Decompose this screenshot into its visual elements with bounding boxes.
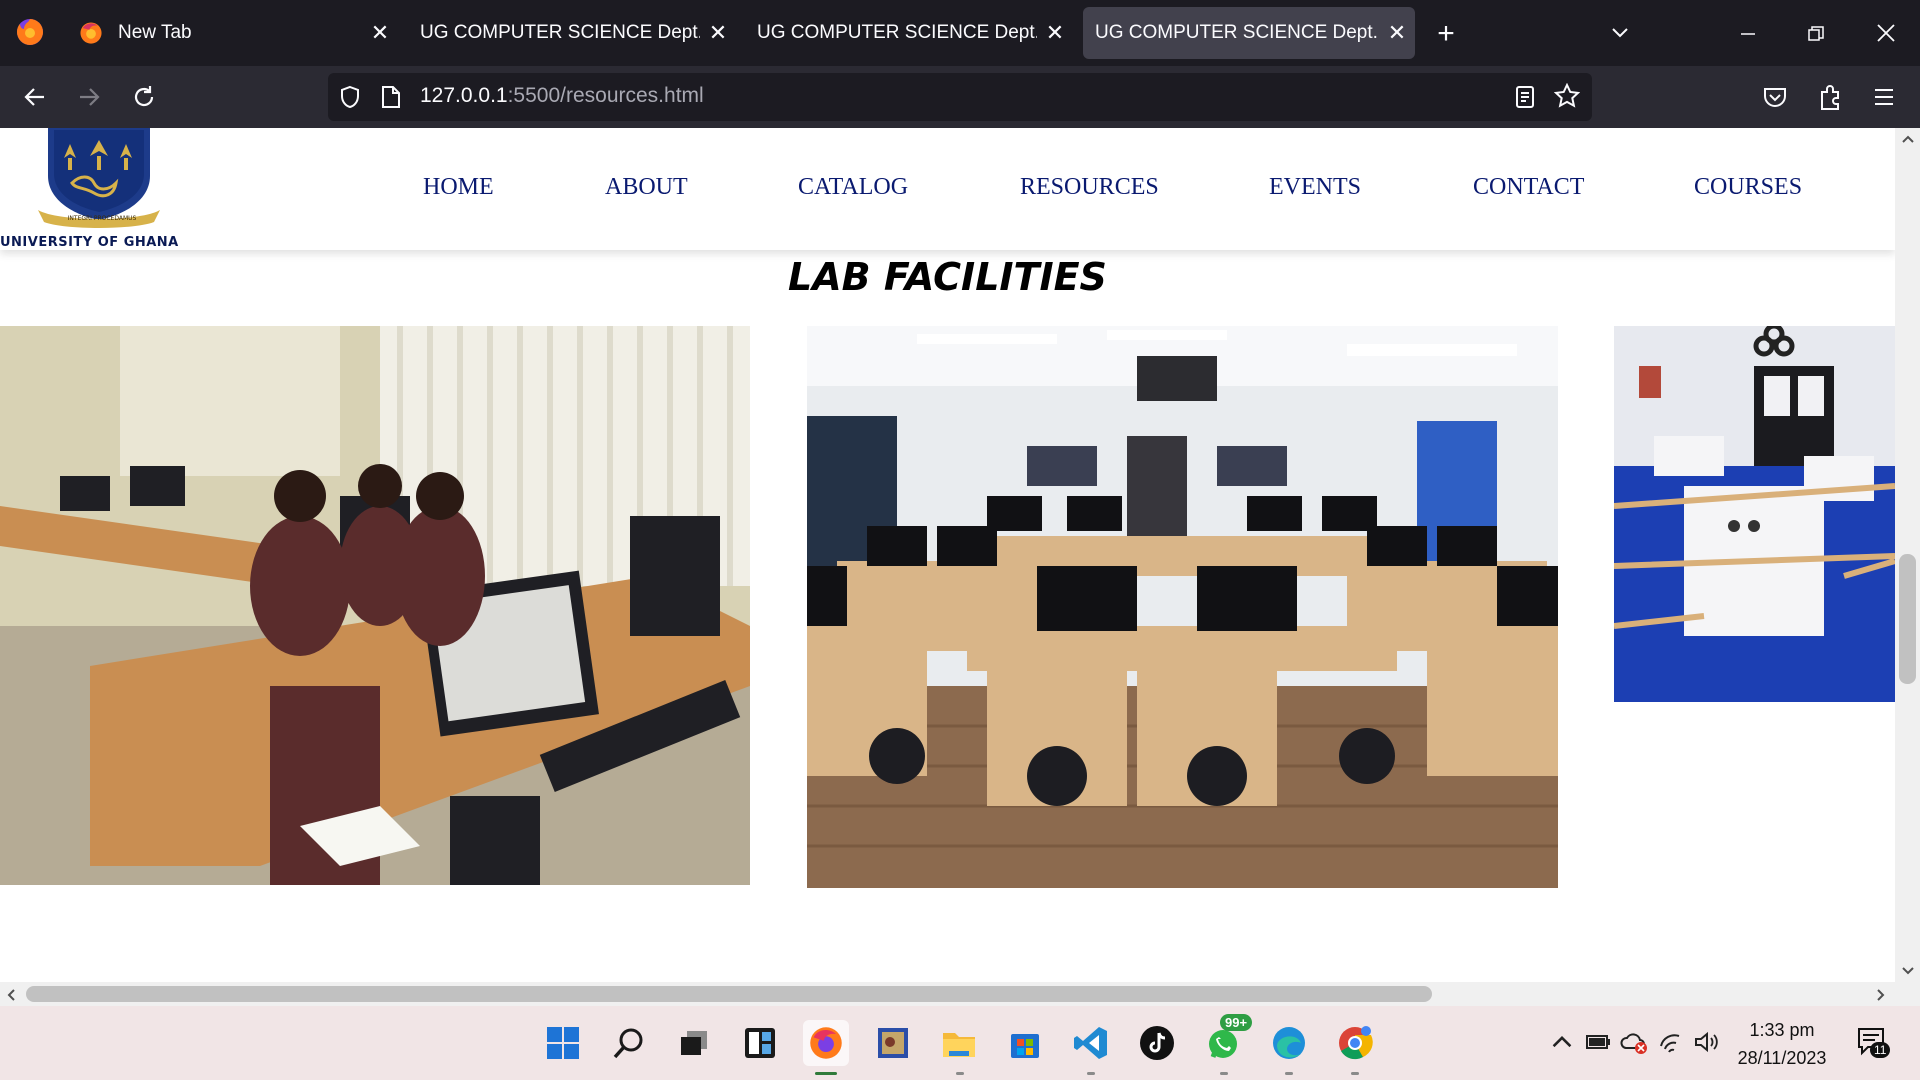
reload-icon[interactable] — [131, 84, 157, 110]
lab-photo-partitioned — [1614, 326, 1895, 702]
tiktok-icon[interactable] — [1134, 1020, 1180, 1066]
tab-ug-cs-2[interactable]: UG COMPUTER SCIENCE Dept. ✕ — [741, 7, 1073, 59]
scroll-right-arrow-icon[interactable] — [1876, 988, 1886, 1002]
tab-label: New Tab — [118, 22, 192, 43]
tab-label: UG COMPUTER SCIENCE Dept. — [420, 22, 700, 43]
hamburger-menu-icon[interactable] — [1872, 85, 1896, 109]
logo-motto: INTEGRI PROCEDAMUS — [67, 215, 137, 222]
nav-contact[interactable]: CONTACT — [1473, 174, 1584, 201]
browser-toolbar: 127.0.0.1:5500/resources.html — [0, 66, 1920, 128]
clock-time: 1:33 pm — [1749, 1020, 1815, 1040]
restore-icon[interactable] — [1806, 24, 1826, 44]
lab-photo-students — [0, 326, 750, 885]
new-tab-plus-icon[interactable]: + — [1428, 16, 1464, 52]
vscode-icon[interactable] — [1068, 1020, 1114, 1066]
tab-label: UG COMPUTER SCIENCE Dept. — [1095, 22, 1378, 43]
tab-label: UG COMPUTER SCIENCE Dept. — [757, 22, 1037, 43]
scroll-down-arrow-icon[interactable] — [1901, 966, 1915, 976]
photos-app-icon[interactable] — [870, 1020, 916, 1066]
university-logo[interactable]: INTEGRI PROCEDAMUS UNIVERSITY OF GHANA — [0, 128, 200, 250]
chrome-icon[interactable] — [1332, 1020, 1378, 1066]
url-host: 127.0.0.1 — [420, 84, 508, 107]
url-text: 127.0.0.1:5500/resources.html — [420, 84, 704, 108]
bookmark-star-icon[interactable] — [1554, 83, 1580, 109]
tab-new-tab[interactable]: New Tab ✕ — [66, 7, 398, 59]
close-window-icon[interactable] — [1875, 22, 1897, 44]
nav-courses[interactable]: COURSES — [1694, 174, 1802, 201]
onedrive-error-icon[interactable] — [1620, 1028, 1648, 1056]
edge-icon[interactable] — [1266, 1020, 1312, 1066]
list-tabs-chevron-icon[interactable] — [1610, 22, 1630, 42]
search-icon[interactable] — [606, 1020, 652, 1066]
section-title: LAB FACILITIES — [788, 255, 1107, 299]
file-explorer-icon[interactable] — [936, 1020, 982, 1066]
tracking-shield-icon[interactable] — [338, 85, 362, 109]
widgets-icon[interactable] — [737, 1020, 783, 1066]
firefox-taskbar-icon[interactable] — [803, 1020, 849, 1066]
firefox-menu-icon[interactable] — [14, 16, 46, 48]
explorer-open-indicator — [956, 1072, 964, 1075]
nav-home[interactable]: HOME — [423, 174, 494, 201]
tab-close-icon[interactable]: ✕ — [700, 20, 736, 46]
tab-close-icon[interactable]: ✕ — [362, 20, 398, 46]
whatsapp-icon[interactable]: 99+ — [1200, 1014, 1253, 1066]
url-path: :5500/resources.html — [507, 84, 704, 107]
nav-about[interactable]: ABOUT — [605, 174, 688, 201]
vertical-scroll-thumb[interactable] — [1899, 554, 1916, 684]
horizontal-scrollbar[interactable] — [0, 982, 1920, 1006]
battery-icon[interactable] — [1584, 1028, 1612, 1056]
vertical-scrollbar[interactable] — [1895, 128, 1920, 982]
back-arrow-icon[interactable] — [22, 84, 48, 110]
page-viewport: INTEGRI PROCEDAMUS UNIVERSITY OF GHANA H… — [0, 128, 1895, 982]
vscode-open-indicator — [1087, 1072, 1095, 1075]
minimize-icon[interactable] — [1738, 24, 1758, 44]
firefox-active-indicator — [815, 1072, 837, 1075]
pocket-icon[interactable] — [1762, 84, 1788, 110]
logo-text: UNIVERSITY OF GHANA — [0, 235, 179, 250]
notification-count-badge: 11 — [1870, 1042, 1891, 1058]
extensions-puzzle-icon[interactable] — [1818, 83, 1844, 111]
edge-open-indicator — [1285, 1072, 1293, 1075]
whatsapp-unread-badge: 99+ — [1220, 1014, 1253, 1031]
horizontal-scroll-thumb[interactable] — [26, 986, 1432, 1002]
forward-arrow-icon[interactable] — [76, 84, 102, 110]
tab-ug-cs-1[interactable]: UG COMPUTER SCIENCE Dept. ✕ — [404, 7, 736, 59]
site-header: INTEGRI PROCEDAMUS UNIVERSITY OF GHANA H… — [0, 128, 1895, 250]
nav-events[interactable]: EVENTS — [1269, 174, 1361, 201]
url-bar[interactable]: 127.0.0.1:5500/resources.html — [328, 73, 1592, 121]
lab-photo-classroom — [807, 326, 1558, 888]
tab-close-icon[interactable]: ✕ — [1379, 20, 1415, 46]
notification-center-icon[interactable]: 11 — [1856, 1026, 1892, 1062]
tab-close-icon[interactable]: ✕ — [1037, 20, 1073, 46]
nav-catalog[interactable]: CATALOG — [798, 174, 908, 201]
firefox-favicon-icon — [80, 22, 102, 44]
windows-taskbar: 99+ 1:33 pm 28/11/2023 11 — [0, 1006, 1920, 1080]
page-info-icon[interactable] — [380, 85, 402, 109]
clock-date: 28/11/2023 — [1737, 1048, 1827, 1068]
wifi-icon[interactable] — [1658, 1028, 1686, 1056]
tray-overflow-chevron-icon[interactable] — [1548, 1028, 1576, 1056]
whatsapp-open-indicator — [1220, 1072, 1228, 1075]
scroll-up-arrow-icon[interactable] — [1901, 134, 1915, 144]
task-view-icon[interactable] — [671, 1020, 717, 1066]
microsoft-store-icon[interactable] — [1002, 1020, 1048, 1066]
chrome-open-indicator — [1351, 1072, 1359, 1075]
browser-tab-bar: New Tab ✕ UG COMPUTER SCIENCE Dept. ✕ UG… — [0, 0, 1920, 66]
scroll-left-arrow-icon[interactable] — [6, 988, 16, 1002]
reader-view-icon[interactable] — [1514, 85, 1536, 109]
windows-start-icon[interactable] — [540, 1020, 586, 1066]
system-clock[interactable]: 1:33 pm 28/11/2023 — [1712, 1016, 1852, 1072]
nav-resources[interactable]: RESOURCES — [1020, 174, 1159, 201]
tab-ug-cs-active[interactable]: UG COMPUTER SCIENCE Dept. ✕ — [1083, 7, 1415, 59]
